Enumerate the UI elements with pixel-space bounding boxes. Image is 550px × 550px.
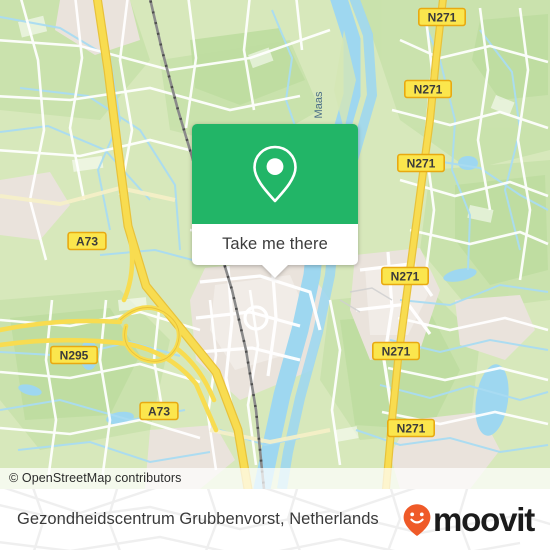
road-shield-label: N271: [414, 82, 443, 96]
road-shield-label: N271: [382, 344, 411, 358]
road-shield: N271: [396, 153, 445, 173]
map-pin-icon: [253, 145, 297, 203]
road-shield-label: N295: [60, 348, 89, 362]
road-shield-label: A73: [76, 234, 98, 248]
road-shield-label: N271: [407, 156, 436, 170]
road-shield: N271: [386, 418, 435, 438]
road-shield: N271: [380, 266, 429, 286]
place-title: Gezondheidscentrum Grubbenvorst, Netherl…: [17, 510, 379, 528]
take-me-there-label: Take me there: [222, 235, 328, 253]
road-shield: N271: [417, 7, 466, 27]
callout-action-panel[interactable]: Take me there: [192, 224, 358, 278]
moovit-wordmark: moovit: [433, 501, 535, 538]
moovit-pin-icon: [403, 503, 431, 536]
moovit-logo[interactable]: moovit: [402, 501, 535, 538]
road-shield: N271: [403, 79, 452, 99]
footer-bar: Gezondheidscentrum Grubbenvorst, Netherl…: [0, 489, 550, 550]
road-shield-label: N271: [397, 421, 426, 435]
road-shield-label: N271: [391, 269, 420, 283]
road-shield-label: A73: [148, 404, 170, 418]
callout-pointer-tail: [262, 265, 288, 278]
place-callout[interactable]: Take me there: [192, 124, 358, 278]
osm-attribution: © OpenStreetMap contributors: [0, 468, 550, 489]
callout-icon-panel: [192, 124, 358, 224]
moovit-place-card: Maas N271 N271 N271 N271 N271 N271 A73 N295 A73 …: [0, 0, 550, 550]
road-shield: N295: [49, 345, 99, 365]
footer-content: Gezondheidscentrum Grubbenvorst, Netherl…: [0, 489, 550, 550]
road-shield: N271: [371, 341, 420, 361]
road-shield-label: N271: [428, 10, 457, 24]
road-shield: A73: [139, 401, 179, 421]
road-shield: A73: [67, 231, 107, 251]
